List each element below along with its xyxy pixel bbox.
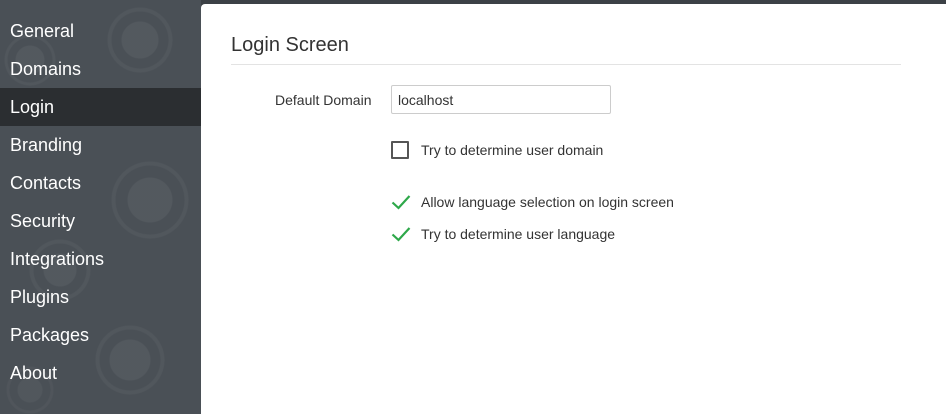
determine-user-language-option[interactable]: Try to determine user language	[391, 224, 615, 244]
settings-panel: Login Screen Default Domain Try to deter…	[201, 4, 946, 414]
sidebar-item-branding[interactable]: Branding	[0, 126, 201, 164]
sidebar-nav: General Domains Login Branding Contacts …	[0, 0, 201, 414]
allow-language-selection-option[interactable]: Allow language selection on login screen	[391, 192, 674, 212]
sidebar-item-packages[interactable]: Packages	[0, 316, 201, 354]
determine-user-language-label: Try to determine user language	[421, 226, 616, 242]
default-domain-label: Default Domain	[275, 92, 372, 108]
sidebar-item-integrations[interactable]: Integrations	[0, 240, 201, 278]
sidebar-item-about[interactable]: About	[0, 354, 201, 392]
checkmark-icon[interactable]	[391, 194, 411, 210]
sidebar-item-domains[interactable]: Domains	[0, 50, 201, 88]
sidebar-item-login[interactable]: Login	[0, 88, 201, 126]
determine-user-domain-option[interactable]: Try to determine user domain	[391, 140, 603, 160]
page-title: Login Screen	[231, 34, 349, 56]
title-divider	[231, 64, 901, 65]
sidebar-item-plugins[interactable]: Plugins	[0, 278, 201, 316]
allow-language-selection-label: Allow language selection on login screen	[421, 194, 674, 210]
determine-user-domain-label: Try to determine user domain	[421, 142, 604, 158]
checkmark-icon[interactable]	[391, 226, 411, 242]
sidebar-item-security[interactable]: Security	[0, 202, 201, 240]
default-domain-input[interactable]	[391, 85, 611, 114]
sidebar-item-general[interactable]: General	[0, 12, 201, 50]
unchecked-checkbox-icon[interactable]	[391, 141, 409, 159]
sidebar-item-contacts[interactable]: Contacts	[0, 164, 201, 202]
